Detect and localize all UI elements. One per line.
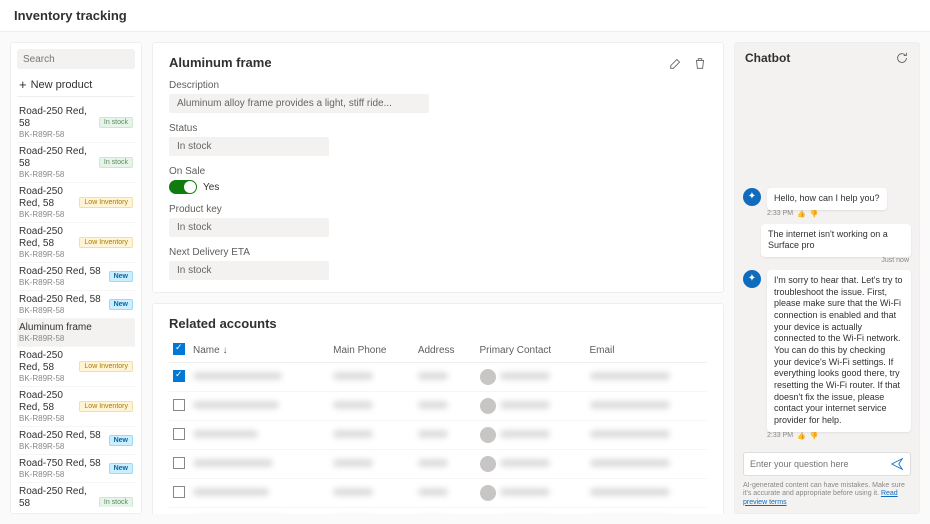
bot-message: Hello, how can I help you?	[743, 188, 911, 210]
message-meta: 2:33 PM 👍 👎	[743, 432, 911, 440]
description-value[interactable]: Aluminum alloy frame provides a light, s…	[169, 94, 429, 113]
select-all-checkbox[interactable]	[173, 343, 185, 355]
product-item[interactable]: Road-250 Red, 58BK-R89R-58New	[17, 263, 135, 291]
related-title: Related accounts	[169, 316, 707, 331]
column-header[interactable]: Name ↓	[189, 339, 329, 363]
product-item[interactable]: Road-250 Red, 58BK-R89R-58Low Inventory	[17, 387, 135, 427]
status-badge: Low Inventory	[79, 237, 133, 248]
row-checkbox[interactable]	[173, 457, 185, 469]
message-meta: 2:33 PM 👍 👎	[743, 210, 911, 218]
chatbot-panel: Chatbot Hello, how can I help you? 2:33 …	[734, 42, 920, 514]
column-header[interactable]: Email	[586, 339, 708, 363]
new-product-label: New product	[31, 79, 93, 91]
status-badge: Low Inventory	[79, 361, 133, 372]
table-row[interactable]	[169, 421, 707, 450]
thumbs-up-icon[interactable]: 👍	[797, 210, 806, 218]
status-badge: Low Inventory	[79, 401, 133, 412]
search-input[interactable]	[23, 54, 155, 65]
status-badge: New	[109, 271, 133, 282]
table-row[interactable]	[169, 479, 707, 508]
message-meta: Just now	[743, 257, 911, 264]
thumbs-down-icon[interactable]: 👎	[810, 210, 819, 218]
chat-input[interactable]	[750, 459, 890, 469]
product-list: Road-250 Red, 58BK-R89R-58In stockRoad-2…	[17, 103, 135, 507]
detail-title: Aluminum frame	[169, 55, 272, 70]
product-item[interactable]: Road-250 Red, 58BK-R89R-58In stock	[17, 143, 135, 183]
page-title: Inventory tracking	[0, 0, 930, 32]
product-item[interactable]: Road-250 Red, 58BK-R89R-58Low Inventory	[17, 223, 135, 263]
status-value[interactable]: In stock	[169, 137, 329, 156]
related-table: Name ↓Main PhoneAddressPrimary ContactEm…	[169, 339, 707, 514]
edit-icon[interactable]	[669, 56, 683, 70]
product-item[interactable]: Road-250 Red, 58BK-R89R-58New	[17, 427, 135, 455]
bot-avatar-icon	[743, 270, 761, 288]
new-product-button[interactable]: + New product	[17, 73, 135, 97]
plus-icon: +	[19, 77, 27, 92]
product-item[interactable]: Aluminum frameBK-R89R-58	[17, 319, 135, 347]
avatar	[480, 398, 496, 414]
table-row[interactable]	[169, 363, 707, 392]
refresh-icon[interactable]	[895, 51, 909, 65]
column-header[interactable]: Address	[414, 339, 476, 363]
onsale-value: Yes	[203, 182, 219, 193]
related-card: Related accounts Name ↓Main PhoneAddress…	[152, 303, 724, 514]
description-label: Description	[169, 80, 707, 91]
product-item[interactable]: Road-250 Red, 58BK-R89R-58Low Inventory	[17, 347, 135, 387]
send-icon[interactable]	[890, 457, 904, 471]
status-badge: In stock	[99, 157, 133, 168]
user-message: The internet isn't working on a Surface …	[743, 224, 911, 257]
bot-message: I'm sorry to hear that. Let's try to tro…	[743, 270, 911, 432]
product-item[interactable]: Road-250 Red, 58BK-R89R-58In stock	[17, 103, 135, 143]
chat-input-box[interactable]	[743, 452, 911, 476]
status-badge: New	[109, 463, 133, 474]
main-layout: + New product Road-250 Red, 58BK-R89R-58…	[0, 32, 930, 524]
detail-card: Aluminum frame Description Aluminum allo…	[152, 42, 724, 293]
avatar	[480, 369, 496, 385]
status-badge: New	[109, 299, 133, 310]
delete-icon[interactable]	[693, 56, 707, 70]
thumbs-up-icon[interactable]: 👍	[797, 432, 806, 440]
column-header[interactable]: Main Phone	[329, 339, 414, 363]
productkey-value[interactable]: In stock	[169, 218, 329, 237]
status-badge: In stock	[99, 117, 133, 128]
product-item[interactable]: Road-250 Red, 58BK-R89R-58In stock	[17, 483, 135, 507]
status-badge: In stock	[99, 497, 133, 507]
status-badge: New	[109, 435, 133, 446]
avatar	[480, 427, 496, 443]
row-checkbox[interactable]	[173, 428, 185, 440]
avatar	[480, 456, 496, 472]
eta-value[interactable]: In stock	[169, 261, 329, 280]
status-label: Status	[169, 123, 707, 134]
eta-label: Next Delivery ETA	[169, 247, 707, 258]
content-area: Aluminum frame Description Aluminum allo…	[152, 42, 724, 514]
row-checkbox[interactable]	[173, 486, 185, 498]
product-sidebar: + New product Road-250 Red, 58BK-R89R-58…	[10, 42, 142, 514]
table-row[interactable]	[169, 450, 707, 479]
onsale-label: On Sale	[169, 166, 707, 177]
productkey-label: Product key	[169, 204, 707, 215]
row-checkbox[interactable]	[173, 370, 185, 382]
product-item[interactable]: Road-250 Red, 58BK-R89R-58New	[17, 291, 135, 319]
column-header[interactable]: Primary Contact	[476, 339, 586, 363]
chat-disclaimer: AI-generated content can have mistakes. …	[735, 482, 919, 513]
product-item[interactable]: Road-750 Red, 58BK-R89R-58New	[17, 455, 135, 483]
chatbot-title: Chatbot	[745, 51, 790, 65]
avatar	[480, 485, 496, 501]
thumbs-down-icon[interactable]: 👎	[810, 432, 819, 440]
bot-avatar-icon	[743, 188, 761, 206]
search-box[interactable]	[17, 49, 135, 69]
chat-body: Hello, how can I help you? 2:33 PM 👍 👎 T…	[735, 73, 919, 446]
table-row[interactable]	[169, 392, 707, 421]
column-header[interactable]	[169, 339, 189, 363]
row-checkbox[interactable]	[173, 399, 185, 411]
status-badge: Low Inventory	[79, 197, 133, 208]
onsale-toggle[interactable]	[169, 180, 197, 194]
table-row[interactable]	[169, 508, 707, 515]
product-item[interactable]: Road-250 Red, 58BK-R89R-58Low Inventory	[17, 183, 135, 223]
